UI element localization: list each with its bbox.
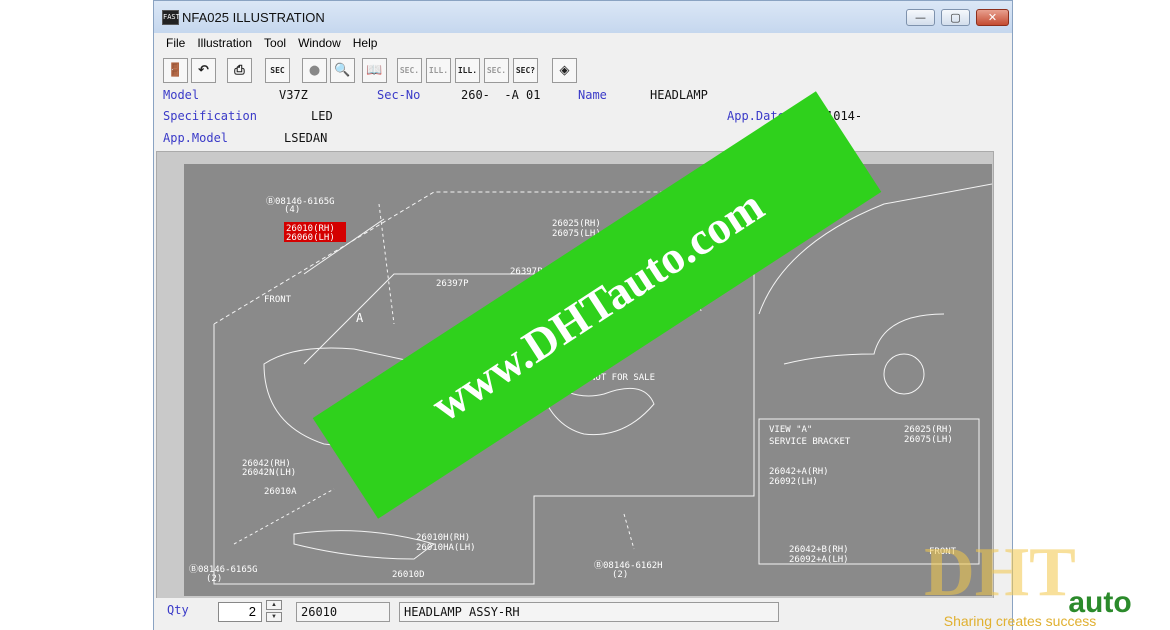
illustration-canvas[interactable]: Ⓑ08146-6165G (4) 26010(RH) 26060(LH) FRO… <box>156 151 994 599</box>
secno-label: Sec-No <box>377 88 421 102</box>
name-value: HEADLAMP <box>650 88 708 102</box>
menu-tool[interactable]: Tool <box>258 34 292 52</box>
close-button[interactable]: ✕ <box>976 9 1009 26</box>
sec-prev-icon: SEC. <box>399 66 420 75</box>
part-label: VIEW "A" <box>769 425 812 435</box>
minimize-icon: — <box>915 11 926 24</box>
qty-up-button[interactable]: ▲ <box>266 600 282 610</box>
name-label: Name <box>578 88 607 102</box>
chevron-up-icon: ▲ <box>271 602 277 608</box>
part-label: NOT FOR SALE <box>590 373 655 383</box>
secno-value: 260- -A 01 <box>461 88 541 102</box>
part-label[interactable]: 26025(RH) <box>552 219 601 229</box>
menu-file[interactable]: File <box>160 34 191 52</box>
part-label[interactable]: 26092(LH) <box>769 477 818 487</box>
sec-next-icon: SEC. <box>486 66 507 75</box>
part-label[interactable]: Ⓑ08146-6165G <box>189 564 258 575</box>
ill-prev-button[interactable]: ILL. <box>426 58 451 83</box>
model-label: Model <box>163 88 200 102</box>
maximize-button[interactable]: ▢ <box>941 9 970 26</box>
qty-down-button[interactable]: ▼ <box>266 612 282 622</box>
part-label: (2) <box>612 570 628 580</box>
title-bar[interactable]: FAST NFA025 ILLUSTRATION — ▢ ✕ <box>154 1 1012 34</box>
print-icon: ⎙ <box>234 63 245 78</box>
chevron-down-icon: ▼ <box>271 614 277 620</box>
close-icon: ✕ <box>987 11 998 24</box>
status-bar: Qty 2 ▲ ▼ 26010 HEADLAMP ASSY-RH <box>154 598 1012 630</box>
watermark-logo-auto: auto <box>1068 586 1131 619</box>
diagram-svg: Ⓑ08146-6165G (4) 26010(RH) 26060(LH) FRO… <box>189 183 992 585</box>
book-tool-button[interactable]: 📖 <box>362 58 387 83</box>
part-label[interactable]: 26042+A(RH) <box>769 467 829 477</box>
undo-tool-button[interactable]: ↶ <box>191 58 216 83</box>
appmodel-value: LSEDAN <box>284 131 328 145</box>
tag-icon: ◈ <box>559 63 570 78</box>
app-icon: FAST <box>162 10 180 25</box>
sec-prev-button[interactable]: SEC. <box>397 58 422 83</box>
zoom-tool-button[interactable]: 🔍 <box>330 58 355 83</box>
part-label[interactable]: 26010H(RH) <box>416 533 470 543</box>
print-tool-button[interactable]: ⎙ <box>227 58 252 83</box>
menu-bar: File Illustration Tool Window Help <box>154 33 1012 53</box>
part-label[interactable]: 26060(LH) <box>286 233 335 243</box>
model-value: V37Z <box>279 88 308 102</box>
part-label[interactable]: 26092+A(LH) <box>789 555 849 565</box>
part-label[interactable]: 26025(RH) <box>904 425 953 435</box>
circle-tool-button[interactable]: ● <box>302 58 327 83</box>
part-label[interactable]: 26397P <box>436 279 469 289</box>
part-label[interactable]: 26397P <box>510 267 543 277</box>
menu-help[interactable]: Help <box>347 34 384 52</box>
spec-value: LED <box>311 109 333 123</box>
part-label[interactable]: 26042N(LH) <box>242 468 296 478</box>
part-label: FRONT <box>929 547 957 557</box>
maximize-icon: ▢ <box>950 11 961 24</box>
menu-window[interactable]: Window <box>292 34 347 52</box>
part-name-field: HEADLAMP ASSY-RH <box>399 602 779 622</box>
ill-prev-icon: ILL. <box>428 66 449 75</box>
part-label: FRONT <box>264 295 292 305</box>
tag-tool-button[interactable]: ◈ <box>552 58 577 83</box>
sec-query-button[interactable]: SEC? <box>513 58 538 83</box>
sec-tool-button[interactable]: SEC <box>265 58 290 83</box>
book-icon: 📖 <box>366 63 383 78</box>
menu-illustration[interactable]: Illustration <box>191 34 258 52</box>
part-label[interactable]: 26010A <box>264 487 297 497</box>
part-label[interactable]: Ⓑ08146-6165G <box>266 196 335 207</box>
part-label[interactable]: 26010HA(LH) <box>416 543 476 553</box>
sec-next-button[interactable]: SEC. <box>484 58 509 83</box>
part-label: A <box>356 311 364 325</box>
parts-diagram[interactable]: Ⓑ08146-6165G (4) 26010(RH) 26060(LH) FRO… <box>184 164 992 596</box>
ill-next-icon: ILL. <box>457 66 478 75</box>
undo-icon: ↶ <box>198 63 209 78</box>
illustration-window: FAST NFA025 ILLUSTRATION — ▢ ✕ File Illus… <box>153 0 1013 630</box>
part-label[interactable]: 26042+B(RH) <box>789 545 849 555</box>
part-number-field: 26010 <box>296 602 390 622</box>
appmodel-label: App.Model <box>163 131 229 145</box>
part-label: (2) <box>206 574 222 584</box>
part-label: (4) <box>284 205 300 215</box>
exit-icon: 🚪 <box>167 63 184 78</box>
appdate-label: App.Date <box>727 109 785 123</box>
qty-label: Qty <box>167 603 189 617</box>
part-label: SERVICE BRACKET <box>769 437 851 447</box>
sec-query-icon: SEC? <box>515 66 536 75</box>
window-title: NFA025 ILLUSTRATION <box>182 10 325 25</box>
spec-label: Specification <box>163 109 257 123</box>
part-label[interactable]: 26075(LH) <box>552 229 601 239</box>
qty-input[interactable]: 2 <box>218 602 262 622</box>
exit-tool-button[interactable]: 🚪 <box>163 58 188 83</box>
circle-icon: ● <box>308 63 321 78</box>
toolbar: 🚪 ↶ ⎙ SEC ● 🔍 📖 SEC. ILL. ILL. SEC. SEC?… <box>154 56 1012 86</box>
part-label[interactable]: 26075(LH) <box>904 435 953 445</box>
part-label[interactable]: 29MA <box>680 304 702 314</box>
appdate-value: 1014- <box>826 109 863 123</box>
sec-icon: SEC <box>270 66 285 75</box>
ill-next-button[interactable]: ILL. <box>455 58 480 83</box>
part-label[interactable]: Ⓑ08146-6162H <box>594 560 663 571</box>
minimize-button[interactable]: — <box>906 9 935 26</box>
zoom-icon: 🔍 <box>334 63 351 78</box>
part-label[interactable]: 26010D <box>392 570 425 580</box>
